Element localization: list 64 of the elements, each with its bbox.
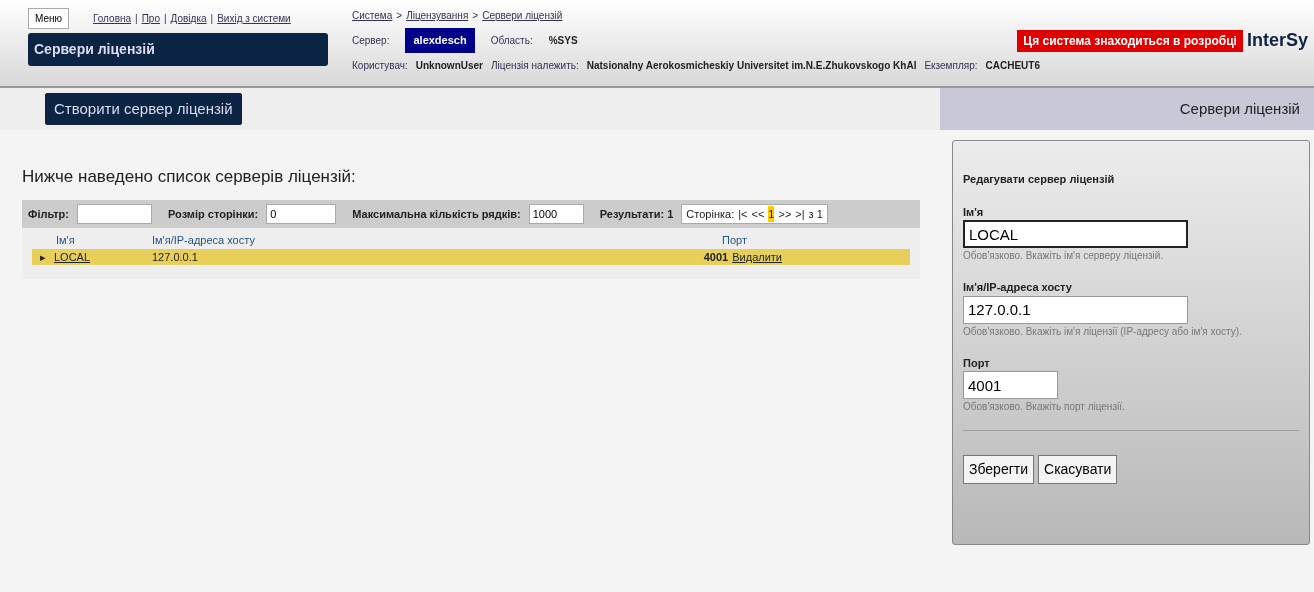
field-label: Порт	[963, 355, 991, 371]
breadcrumb-separator: >	[396, 9, 403, 23]
warning-banner: Ця система знаходиться в розробці	[1017, 29, 1243, 52]
header-link[interactable]: Головна	[93, 11, 132, 26]
max-rows-label: Максимальна кількість рядків:	[352, 206, 521, 222]
field-label: Ім'я/IP-адреса хосту	[963, 280, 1073, 295]
logo: InterSy	[1246, 29, 1308, 52]
filter-field[interactable]	[77, 203, 152, 224]
page-tab[interactable]: Сервери ліцензій	[940, 88, 1314, 130]
pager-link[interactable]: >>	[778, 205, 792, 222]
pager-link[interactable]: >|	[795, 205, 805, 222]
pager-link[interactable]: |<	[738, 205, 748, 222]
info-label: Область:	[490, 34, 533, 48]
text-field[interactable]: 127.0.0.1	[963, 295, 1188, 324]
info-label: Користувач:	[352, 59, 408, 73]
breadcrumb-link[interactable]: Сервери ліцензій	[482, 8, 563, 23]
panel-title: Редагувати сервер ліцензій	[963, 172, 1116, 187]
filter-label: Фільтр:	[28, 206, 69, 222]
namespace-value: %SYS	[548, 34, 578, 48]
menu-button[interactable]: Меню	[28, 8, 70, 29]
link-separator: |	[135, 12, 138, 26]
field-hint: Обов'язково. Вкажіть порт ліцензії.	[963, 400, 1126, 414]
header-link[interactable]: Про	[141, 11, 160, 26]
field-hint: Обов'язково. Вкажіть ім'я серверу ліцензій.	[963, 249, 1165, 263]
header-link[interactable]: Довідка	[170, 11, 207, 26]
page-heading: Нижче наведено список серверів ліцензій:	[22, 166, 357, 188]
row-marker: ▸	[40, 249, 46, 265]
page-title: Сервери ліцензій	[28, 33, 328, 66]
text-field[interactable]: 4001	[963, 371, 1058, 399]
page-size-label: Розмір сторінки:	[168, 206, 259, 222]
info-value: Natsionalny Aerokosmicheskiy Universitet im.N.E.Zhukovskogo KhAI	[586, 59, 917, 73]
panel-button[interactable]: Зберегти	[963, 455, 1034, 484]
breadcrumb-link[interactable]: Ліцензування	[406, 8, 469, 23]
info-label: Ліцензія належить:	[491, 59, 579, 73]
table-row[interactable]: ▸ LOCAL 127.0.0.1 4001 Видалити	[32, 248, 910, 265]
table-cell-text: 4001	[703, 249, 729, 265]
info-label: Екземпляр:	[924, 59, 978, 73]
create-button[interactable]: Створити сервер ліцензій	[45, 92, 242, 126]
pager-link[interactable]: 1	[768, 205, 775, 222]
link-separator: |	[210, 12, 214, 26]
link-separator: |	[163, 12, 167, 26]
column-header: Порт	[722, 234, 747, 246]
results-count: Результати: 1	[599, 206, 674, 222]
pager-link[interactable]: <<	[751, 205, 765, 222]
max-rows-field[interactable]: 1000	[528, 203, 584, 224]
page-label: Сторінка:	[686, 206, 735, 222]
column-header: Ім'я/IP-адреса хосту	[152, 234, 255, 246]
page-size-field[interactable]: 0	[266, 203, 337, 224]
table-cell: 127.0.0.1	[152, 250, 198, 263]
breadcrumb-link[interactable]: Система	[352, 8, 393, 23]
field-hint: Обов'язково. Вкажіть ім'я ліцензії (IP-адресу або ім'я хосту).	[963, 324, 1243, 339]
field-label: Ім'я	[963, 204, 985, 220]
text-field[interactable]: LOCAL	[963, 220, 1188, 248]
info-label: Сервер:	[352, 34, 390, 48]
info-value: UnknownUser	[415, 59, 483, 73]
breadcrumb-separator: >	[472, 9, 479, 23]
column-header: Ім'я	[56, 234, 75, 246]
page-count: з 1	[808, 206, 823, 222]
server-name: alexdesch	[405, 28, 475, 53]
info-value: CACHEUT6	[985, 59, 1040, 73]
header-link[interactable]: Вихід з системи	[217, 11, 291, 26]
delete-link[interactable]: Видалити	[732, 248, 782, 265]
panel-button[interactable]: Скасувати	[1038, 455, 1118, 484]
name-link[interactable]: LOCAL	[54, 248, 91, 265]
